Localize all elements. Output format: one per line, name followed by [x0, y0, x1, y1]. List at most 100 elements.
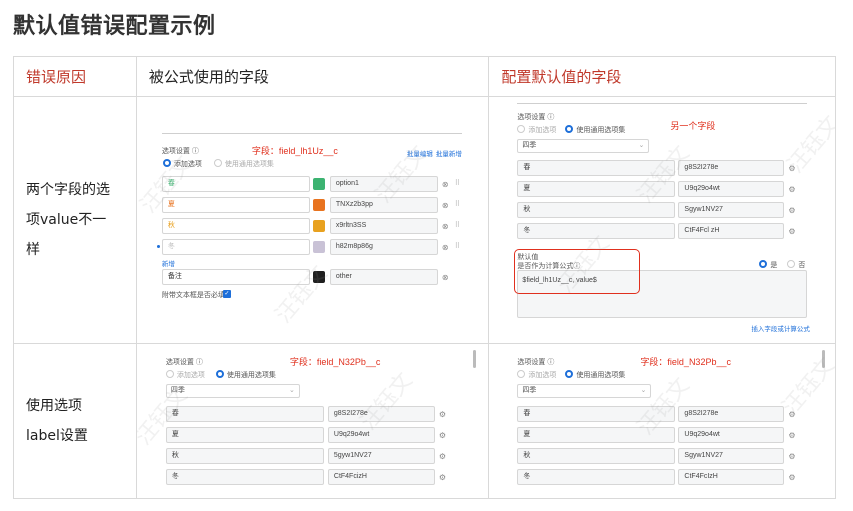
option-settings-panel-d: 选项设置 ⓘ 字段：field_N32Pb__c 添加选项 使用通用选项集 四季… [489, 344, 835, 498]
radio-global-set[interactable] [215, 370, 224, 378]
radio-yes[interactable] [759, 260, 768, 268]
option-value-input[interactable]: g8S2I278e [678, 406, 785, 422]
gear-icon[interactable]: ⚙ [439, 473, 446, 483]
option-value-input[interactable]: g8S2I278e [327, 406, 435, 422]
option-label-input[interactable]: 冬 [165, 469, 324, 485]
option-set-select[interactable]: 四季 ⌄ [165, 384, 300, 398]
radio-add-label: 添加选项 [528, 372, 557, 379]
remove-icon[interactable]: ⊗ [442, 273, 449, 283]
gear-icon[interactable]: ⚙ [788, 227, 795, 237]
option-value-input[interactable]: g8S2I278e [678, 160, 785, 176]
chevron-down-icon: ⌄ [640, 387, 647, 394]
drag-handle-icon[interactable]: ⠿ [455, 200, 460, 208]
option-value-input[interactable]: x9rltn3SS [329, 218, 438, 234]
remove-icon[interactable]: ⊗ [442, 180, 449, 190]
option-value-input[interactable]: CtF4FcIzH [678, 469, 785, 485]
screenshot-cell: 选项设置 ⓘ 添加选项 使用通用选项集 另一个字段 四季 ⌄ 春 g8S2I27… [488, 96, 836, 344]
option-value-input[interactable]: Sgyw1NV27 [678, 202, 785, 218]
watermark: 汪钰文 [783, 111, 835, 178]
required-checkbox[interactable]: ✓ [222, 290, 231, 298]
option-set-select[interactable]: 四季 ⌄ [517, 139, 650, 153]
option-label-input[interactable]: 夏 [161, 197, 310, 213]
field-tag: 字段：field_N32Pb__c [640, 357, 731, 367]
radio-global-set[interactable] [565, 370, 574, 378]
other-value-input[interactable]: other [329, 269, 438, 285]
radio-add-options[interactable] [162, 159, 171, 167]
screenshot-cell: 选项设置 ⓘ 字段：field_lh1Uz__c 批量编辑 批量新增 添加选项 … [135, 96, 490, 344]
gear-icon[interactable]: ⚙ [788, 452, 795, 462]
scrollbar[interactable] [822, 350, 826, 368]
option-label-input[interactable]: 夏 [517, 181, 676, 197]
remove-icon[interactable]: ⊗ [442, 222, 449, 232]
radio-add-options[interactable] [517, 125, 526, 133]
section-label: 选项设置 ⓘ [517, 114, 555, 121]
batch-edit-link[interactable]: 批量编辑 [407, 148, 433, 158]
radio-add-options[interactable] [517, 370, 526, 378]
radio-no[interactable] [787, 260, 796, 268]
gear-icon[interactable]: ⚙ [439, 431, 446, 441]
scrollbar[interactable] [472, 350, 476, 368]
drag-handle-icon[interactable]: ⠿ [455, 221, 460, 229]
option-label-input[interactable]: 秋 [517, 202, 676, 218]
option-label-input[interactable]: 春 [517, 160, 676, 176]
option-label-input[interactable]: 春 [165, 406, 324, 422]
gear-icon[interactable]: ⚙ [788, 164, 795, 174]
color-swatch[interactable] [312, 271, 325, 283]
option-value-input[interactable]: CtF4Fcl zH [678, 223, 785, 239]
option-value-input[interactable]: U9q29o4wt [327, 427, 435, 443]
remove-icon[interactable]: ⊗ [442, 243, 449, 253]
option-value-input[interactable]: Sgyw1NV27 [678, 448, 785, 464]
option-label-input[interactable]: 春 [161, 176, 310, 192]
batch-add-link[interactable]: 批量新增 [436, 148, 462, 158]
radio-global-set[interactable] [565, 125, 574, 133]
radio-add-label: 添加选项 [528, 127, 557, 134]
option-label-input[interactable]: 秋 [161, 218, 310, 234]
option-label-input[interactable]: 秋 [517, 448, 676, 464]
reason-line: 项value不一 [26, 212, 107, 228]
gear-icon[interactable]: ⚙ [788, 206, 795, 216]
color-swatch[interactable] [312, 220, 325, 232]
field-tag: 字段：field_lh1Uz__c [251, 146, 338, 156]
select-value: 四季 [522, 387, 537, 394]
add-option-link[interactable]: 新增 [162, 258, 175, 268]
option-label-input[interactable]: 春 [517, 406, 676, 422]
header-row: 错误原因 被公式使用的字段 配置默认值的字段 [13, 56, 836, 97]
gear-icon[interactable]: ⚙ [439, 410, 446, 420]
drag-handle-icon[interactable]: ⠿ [455, 242, 460, 250]
option-label-input[interactable]: 夏 [517, 427, 676, 443]
option-value-input[interactable]: CtF4FcizH [327, 469, 435, 485]
gear-icon[interactable]: ⚙ [788, 431, 795, 441]
option-value-input[interactable]: U9q29o4wt [678, 427, 785, 443]
option-value-input[interactable]: U9q29o4wt [678, 181, 785, 197]
color-swatch[interactable] [312, 178, 325, 190]
option-value-input[interactable]: option1 [329, 176, 438, 192]
highlight-box [514, 249, 641, 294]
gear-icon[interactable]: ⚙ [439, 452, 446, 462]
insert-field-link[interactable]: 插入字段或计算公式 [751, 323, 810, 333]
gear-icon[interactable]: ⚙ [788, 410, 795, 420]
option-value-input[interactable]: 5gyw1NV27 [327, 448, 435, 464]
drag-handle-icon[interactable]: ⠿ [455, 179, 460, 187]
other-label-input[interactable]: 备注 [161, 269, 310, 285]
gear-icon[interactable]: ⚙ [788, 473, 795, 483]
option-label-input[interactable]: 夏 [165, 427, 324, 443]
option-set-select[interactable]: 四季 ⌄ [517, 384, 652, 398]
header-default-field: 配置默认值的字段 [488, 56, 836, 97]
radio-global-set[interactable] [213, 159, 222, 167]
color-swatch[interactable] [312, 241, 325, 253]
option-label-input[interactable]: 冬 [161, 239, 310, 255]
radio-add-options[interactable] [165, 370, 174, 378]
remove-icon[interactable]: ⊗ [442, 201, 449, 211]
gear-icon[interactable]: ⚙ [788, 185, 795, 195]
option-label-input[interactable]: 冬 [517, 469, 676, 485]
attach-text-label: 附带文本框是否必填 [161, 292, 225, 299]
option-label-input[interactable]: 冬 [517, 223, 676, 239]
radio-global-label: 使用通用选项集 [576, 127, 626, 134]
option-label-input[interactable]: 秋 [165, 448, 324, 464]
color-swatch[interactable] [312, 199, 325, 211]
option-value-input[interactable]: TNXz2b3pp [329, 197, 438, 213]
reason-cell: 使用选项 label设置 [13, 343, 137, 499]
watermark: 汪钰文 [356, 368, 418, 435]
reason-line: 两个字段的选 [26, 182, 110, 198]
option-value-input[interactable]: h82m8p86g [329, 239, 438, 255]
